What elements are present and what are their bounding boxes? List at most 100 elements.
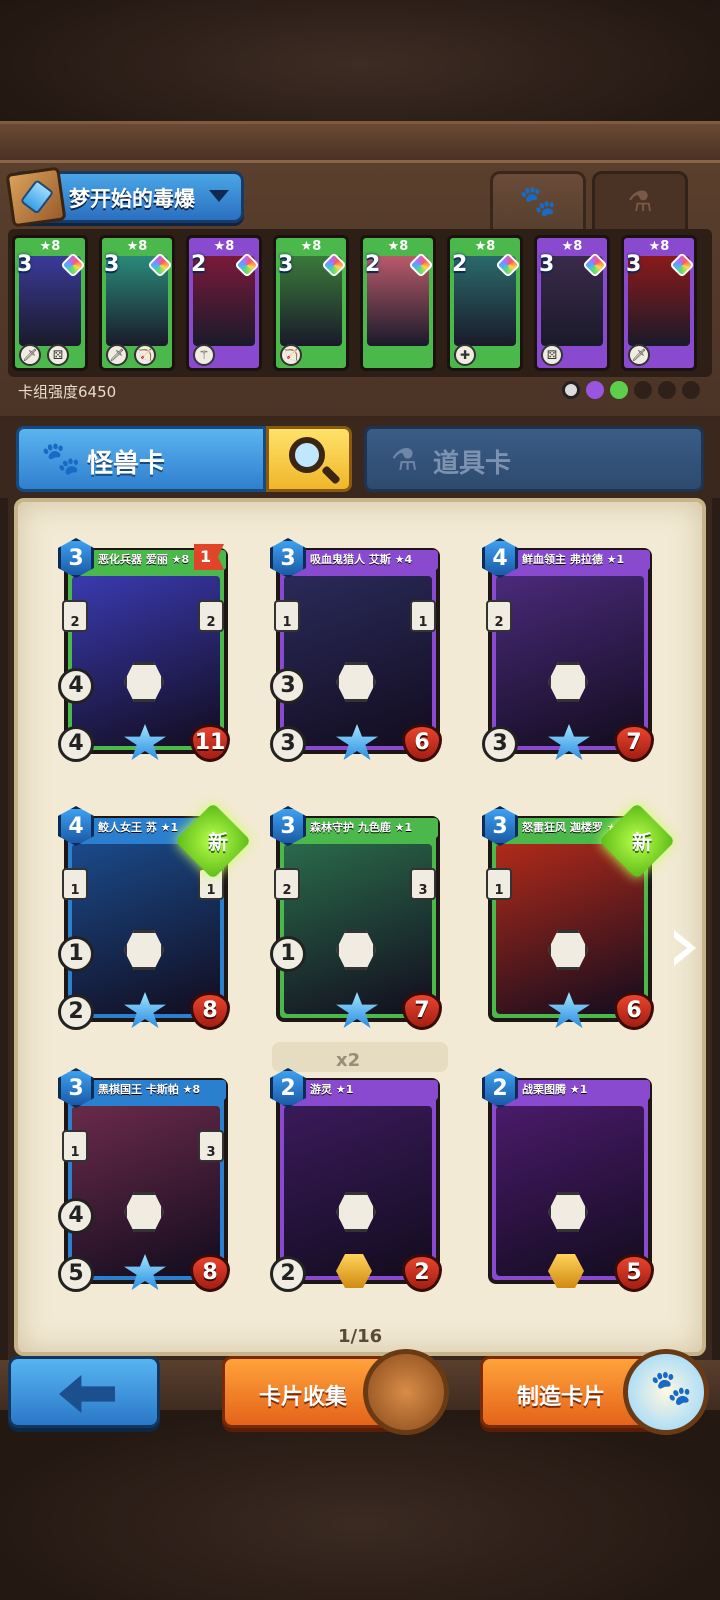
- card-health: 11: [190, 724, 230, 762]
- monster-card[interactable]: 黑棋国王 卡斯帕 ★8 3 1 3 4 5 8: [58, 1068, 232, 1292]
- card-side-stat: 1: [62, 1130, 88, 1162]
- card-side-stat: 1: [486, 868, 512, 900]
- deck-card[interactable]: ★8 3 ⚄: [534, 235, 610, 371]
- deck-card-skill-icon: 🗡: [19, 344, 41, 366]
- deck-tab-item[interactable]: ⚗: [592, 171, 688, 229]
- card-side-stat: 2: [486, 600, 512, 632]
- card-attack: 3: [270, 668, 306, 704]
- top-frame: [0, 0, 720, 160]
- deck-card-skill-icon: 🏹: [280, 344, 302, 366]
- deck-tab-monster[interactable]: 🐾: [490, 171, 586, 229]
- card-health: 6: [402, 724, 442, 762]
- deck-card[interactable]: ★8 2 ✚: [447, 235, 523, 371]
- deck-card-skill-icon: 🏹: [134, 344, 156, 366]
- monster-card[interactable]: 游灵 ★1 2 2 2: [270, 1068, 444, 1292]
- tab-monster-cards[interactable]: 🐾 怪兽卡: [16, 426, 266, 492]
- card-collection-label: 卡片收集: [259, 1385, 348, 1410]
- deck-panel: 梦开始的毒爆 🐾 ⚗ ★8 3 🗡 ⚄ ★8 3 🗡 🏹 ★8 2 ⚚ ★8 3 🏹 ★8 2 ★8 2 ✚ ★8 3 ⚄…: [0, 160, 720, 420]
- card-name: 游灵 ★1: [298, 1080, 438, 1100]
- deck-selector[interactable]: 梦开始的毒爆: [5, 166, 244, 228]
- card-health: 5: [614, 1254, 654, 1292]
- deck-card-skill-icon: ⚚: [193, 344, 215, 366]
- card-type-tabs: 🐾 怪兽卡 ⚗ 道具卡: [0, 420, 720, 498]
- tab-item-label: 道具卡: [433, 449, 512, 479]
- monster-card[interactable]: 吸血鬼猎人 艾斯 ★4 3 1 1 3 3 6: [270, 538, 444, 762]
- monster-card[interactable]: 怒雷狂风 迦楼罗 ★1 3 1 6 新: [482, 802, 676, 1030]
- card-frame: [488, 1078, 652, 1284]
- status-icon: [682, 381, 700, 399]
- back-button[interactable]: [8, 1356, 160, 1428]
- status-icon: [610, 381, 628, 399]
- monster-card[interactable]: 鲜血领主 弗拉德 ★1 4 2 3 7: [482, 538, 656, 762]
- status-icon: [634, 381, 652, 399]
- search-button[interactable]: [266, 426, 352, 492]
- monster-card[interactable]: 鲛人女王 苏 ★1 4 1 1 1 2 8 新: [58, 802, 252, 1030]
- deck-card-cost: 3: [278, 252, 294, 277]
- deck-card-cost: 3: [539, 252, 555, 277]
- deck-card[interactable]: ★8 3 🗡 🏹: [99, 235, 175, 371]
- card-side-stat: 2: [198, 600, 224, 632]
- paw-icon: 🐾: [519, 184, 557, 219]
- card-health: 7: [614, 724, 654, 762]
- monster-card[interactable]: 战栗图腾 ★1 2 5: [482, 1068, 656, 1292]
- deck-card[interactable]: ★8 2: [360, 235, 436, 371]
- card-health: 8: [190, 992, 230, 1030]
- card-side-stat: 1: [410, 600, 436, 632]
- deck-card[interactable]: ★8 3 🏹: [273, 235, 349, 371]
- card-defense: 3: [482, 726, 518, 762]
- card-name: 黑棋国王 卡斯帕 ★8: [86, 1080, 226, 1100]
- monster-card[interactable]: 恶化兵器 爱丽 ★8 3 2 2 4 4 11 1: [58, 538, 232, 762]
- card-defense: 2: [270, 1256, 306, 1292]
- paw-icon: 🐾: [41, 439, 81, 477]
- card-side-stat: 1: [62, 868, 88, 900]
- next-page-arrow-icon[interactable]: [674, 930, 696, 966]
- card-health: 6: [614, 992, 654, 1030]
- deck-card-cost: 3: [17, 252, 33, 277]
- new-badge-label: 新: [208, 830, 228, 854]
- flask-icon: ⚗: [627, 185, 653, 218]
- deck-card-skill-icon: 🗡: [106, 344, 128, 366]
- card-name: 森林守护 九色鹿 ★1: [298, 818, 438, 838]
- status-icon: [586, 381, 604, 399]
- page-number: 1/16: [338, 1326, 383, 1347]
- new-badge-label: 新: [632, 830, 652, 854]
- card-frame: [64, 548, 228, 754]
- collection-frame: x2 1/16 恶化兵器 爱丽 ★8 3 2 2 4 4 11 1 吸血鬼猎人 艾斯 ★4 3 1 1…: [8, 498, 712, 1360]
- flask-icon: ⚗: [391, 443, 418, 478]
- card-defense: 2: [58, 994, 94, 1030]
- deck-card[interactable]: ★8 3 🗡: [621, 235, 697, 371]
- deck-card-cost: 3: [104, 252, 120, 277]
- card-attack: 1: [58, 936, 94, 972]
- card-health: 7: [402, 992, 442, 1030]
- tab-item-cards[interactable]: ⚗ 道具卡: [364, 426, 704, 492]
- card-art: [284, 1106, 432, 1276]
- monster-card[interactable]: 森林守护 九色鹿 ★1 3 2 3 1 7: [270, 806, 444, 1030]
- bottom-floor: [0, 1410, 720, 1600]
- search-icon-handle: [321, 465, 341, 485]
- paw-jar-icon: 🐾: [623, 1349, 709, 1435]
- deck-card-strip: ★8 3 🗡 ⚄ ★8 3 🗡 🏹 ★8 2 ⚚ ★8 3 🏹 ★8 2 ★8 2 ✚ ★8 3 ⚄ ★8 3 🗡: [8, 229, 712, 377]
- card-side-stat: 3: [410, 868, 436, 900]
- deck-card-skill-icon: ⚄: [47, 344, 69, 366]
- card-collection-button[interactable]: 卡片收集: [222, 1349, 449, 1435]
- card-name: 战栗图腾 ★1: [510, 1080, 650, 1100]
- deck-card[interactable]: ★8 3 🗡 ⚄: [12, 235, 88, 371]
- craft-card-button[interactable]: 制造卡片 🐾: [480, 1349, 709, 1435]
- card-side-stat: 2: [274, 868, 300, 900]
- deck-title: 梦开始的毒爆: [69, 187, 195, 211]
- deck-status-icons: [562, 381, 700, 399]
- deck-card-skill-icon: 🗡: [628, 344, 650, 366]
- deck-card-cost: 3: [626, 252, 642, 277]
- card-attack: 4: [58, 1198, 94, 1234]
- card-collection-page: x2 1/16 恶化兵器 爱丽 ★8 3 2 2 4 4 11 1 吸血鬼猎人 艾斯 ★4 3 1 1…: [14, 498, 706, 1356]
- card-side-stat: 2: [62, 600, 88, 632]
- tab-monster-label: 怪兽卡: [87, 449, 166, 479]
- search-icon: [289, 437, 325, 473]
- card-frame: [276, 1078, 440, 1284]
- deck-card-cost: 2: [452, 252, 468, 277]
- chevron-down-icon: [209, 190, 229, 202]
- card-art: [496, 844, 644, 1014]
- card-frame: [64, 1078, 228, 1284]
- card-attack: 4: [58, 668, 94, 704]
- deck-card[interactable]: ★8 2 ⚚: [186, 235, 262, 371]
